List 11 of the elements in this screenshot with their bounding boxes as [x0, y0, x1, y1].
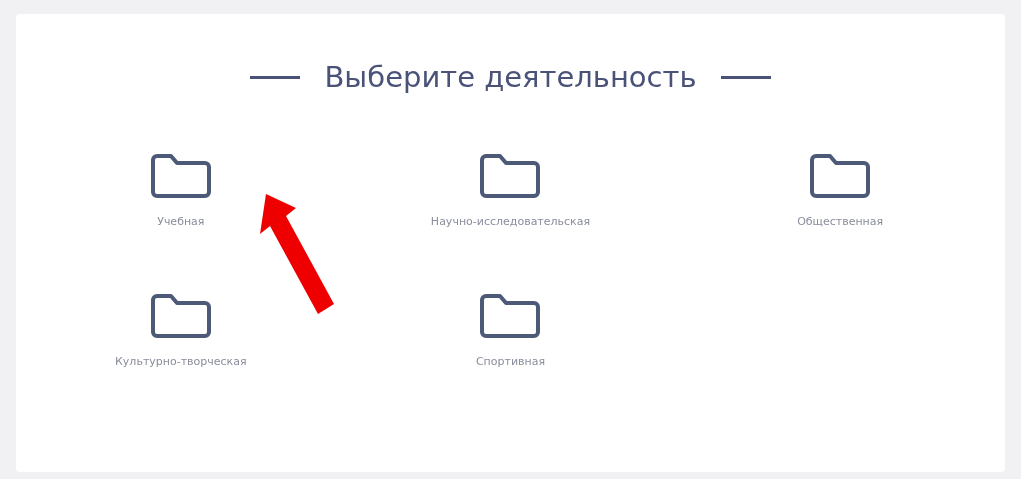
folder-icon[interactable]	[478, 292, 543, 340]
folder-icon[interactable]	[148, 151, 213, 200]
activity-label[interactable]: Спортивная	[475, 354, 546, 371]
section-title: Выберите деятельность	[324, 59, 697, 96]
activity-label[interactable]: Общественная	[797, 213, 884, 230]
activity-label[interactable]: Научно-исследовательская	[430, 213, 591, 230]
folder-icon[interactable]	[808, 151, 873, 200]
activity-label[interactable]: Учебная	[157, 213, 205, 230]
folder-icon[interactable]	[478, 151, 543, 200]
folder-icon[interactable]	[148, 292, 213, 340]
activity-label[interactable]: Культурно-творческая	[115, 354, 247, 371]
